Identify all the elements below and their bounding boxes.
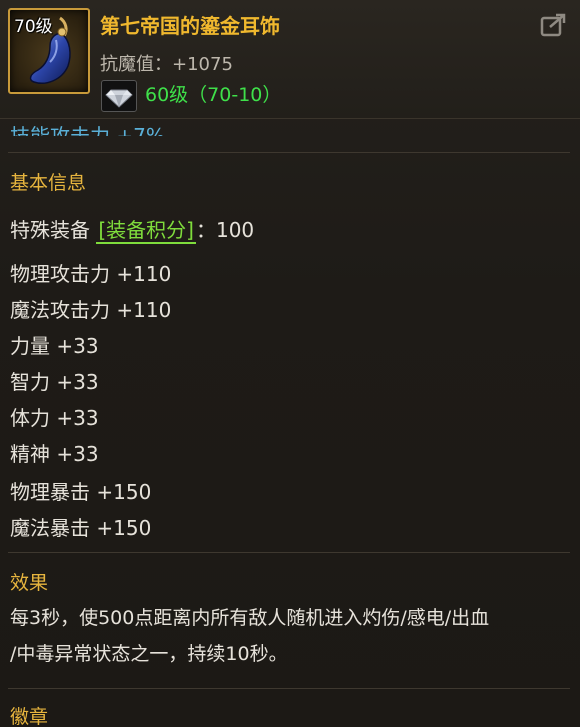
item-level-badge: 70级 <box>14 17 53 37</box>
item-name: 第七帝国的鎏金耳饰 <box>100 14 280 38</box>
share-icon[interactable] <box>540 12 568 38</box>
item-resist-value: 抗魔值：+1075 <box>100 54 233 75</box>
special-equipment-label: 特殊装备 <box>10 218 90 242</box>
item-level-requirement: 60级（70-10） <box>145 84 282 106</box>
item-header: 70级 第七帝国的鎏金耳饰 抗魔值：+1075 60级（70-10） <box>0 0 580 119</box>
stat-line: 魔法暴击 +150 <box>10 516 152 540</box>
item-icon-frame[interactable]: 70级 <box>8 8 90 94</box>
equipment-score-tag[interactable]: [装备积分] <box>96 218 196 244</box>
stat-line: 精神 +33 <box>10 442 99 466</box>
stat-line: 体力 +33 <box>10 406 99 430</box>
equipment-score-value: ：100 <box>195 218 255 242</box>
emblem-title: 徽章 <box>10 706 49 727</box>
effect-line-2: /中毒异常状态之一，持续10秒。 <box>10 643 288 665</box>
divider <box>8 552 570 553</box>
stat-line: 力量 +33 <box>10 334 99 358</box>
partially-hidden-stat-text: 技能攻击力 +7% <box>10 124 165 136</box>
effect-title: 效果 <box>10 572 49 594</box>
basic-info-title: 基本信息 <box>10 172 87 194</box>
effect-line-1: 每3秒，使500点距离内所有敌人随机进入灼伤/感电/出血 <box>10 607 490 629</box>
item-tooltip-panel: 70级 第七帝国的鎏金耳饰 抗魔值：+1075 60级（70-10） 技能攻击力… <box>0 0 580 727</box>
divider <box>8 688 570 689</box>
divider <box>8 152 570 153</box>
stat-line: 物理攻击力 +110 <box>10 262 172 286</box>
stat-line: 智力 +33 <box>10 370 99 394</box>
equipment-score-tag-label: 装备积分 <box>106 218 187 242</box>
stat-line: 魔法攻击力 +110 <box>10 298 172 322</box>
stat-line: 物理暴击 +150 <box>10 480 152 504</box>
effect-description: 每3秒，使500点距离内所有敌人随机进入灼伤/感电/出血 /中毒异常状态之一，持… <box>10 600 570 672</box>
diamond-gem-icon <box>101 80 137 112</box>
special-equipment-row: 特殊装备 [装备积分] ：100 <box>10 214 254 244</box>
